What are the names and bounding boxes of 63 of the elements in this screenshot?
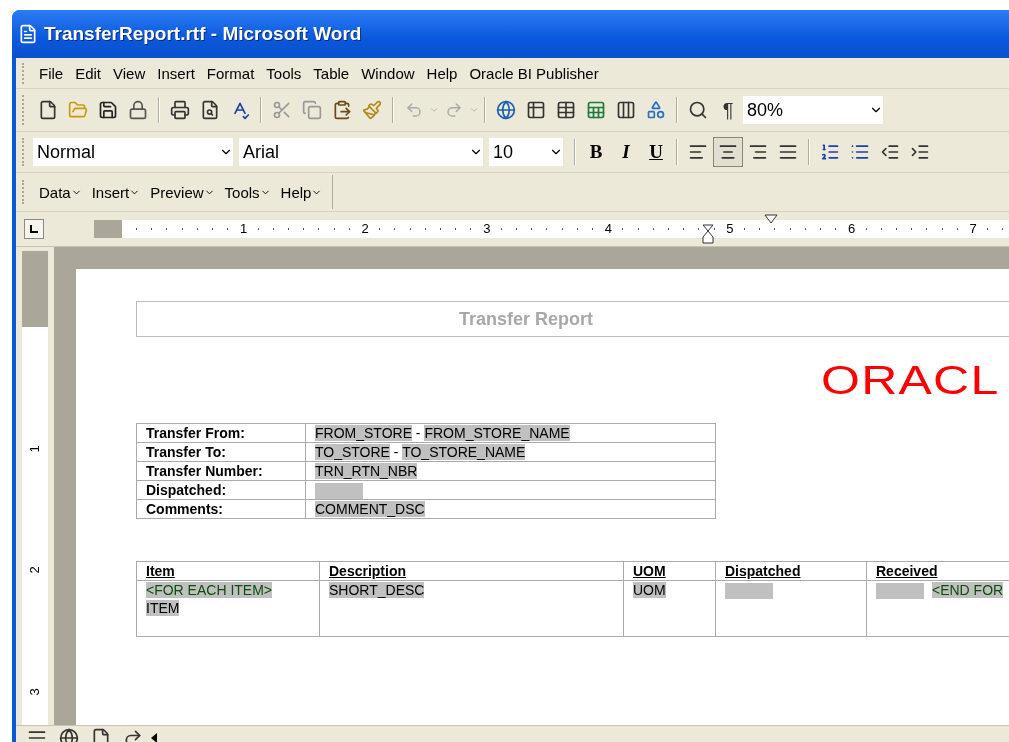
- menu-item[interactable]: Insert: [151, 61, 201, 85]
- column-header: Item: [137, 562, 320, 581]
- separator-text: -: [392, 444, 400, 460]
- merge-field: COMMENT_DSC: [315, 501, 425, 517]
- style-dropdown[interactable]: Normal: [33, 138, 233, 166]
- italic-button[interactable]: I: [611, 137, 641, 167]
- underline-button[interactable]: U: [641, 137, 671, 167]
- toolbar-menu[interactable]: Insert: [87, 183, 145, 201]
- scroll-left-icon[interactable]: [150, 733, 158, 742]
- merge-field: FROM_STORE_NAME: [424, 425, 570, 441]
- empty-field: [315, 483, 363, 500]
- column-header: Description: [320, 562, 624, 581]
- menu-item[interactable]: Help: [420, 61, 464, 85]
- ruler-number: 3: [29, 688, 41, 696]
- separator-text: -: [414, 425, 422, 441]
- ruler-number: 1: [29, 445, 41, 453]
- tab-selector[interactable]: [24, 219, 44, 239]
- merge-field: ITEM: [146, 600, 180, 616]
- menu-item[interactable]: Tools: [260, 61, 308, 85]
- merge-field: FROM_STORE: [315, 425, 412, 441]
- indent-marker-icon[interactable]: [702, 224, 714, 244]
- field-label: Comments:: [137, 500, 306, 519]
- menu-item[interactable]: View: [107, 61, 152, 85]
- window-title: TransferReport.rtf - Microsoft Word: [44, 23, 362, 45]
- column-header: Dispatched: [716, 562, 867, 581]
- field-label: Transfer Number:: [137, 462, 306, 481]
- field-label: Dispatched:: [137, 481, 306, 500]
- merge-field: UOM: [633, 582, 666, 598]
- show-formatting-button[interactable]: ¶: [713, 95, 743, 125]
- template-tag: <END FOR: [932, 582, 1004, 598]
- right-indent-icon[interactable]: [764, 214, 778, 224]
- template-tag: <FOR EACH ITEM>: [146, 582, 273, 598]
- zoom-field[interactable]: 80%: [743, 96, 883, 124]
- toolbar-menu[interactable]: Preview: [146, 183, 219, 201]
- column-header: UOM: [624, 562, 716, 581]
- bold-button[interactable]: B: [581, 137, 611, 167]
- company-logo: ORACL: [821, 357, 1000, 403]
- toolbar-menu[interactable]: Data: [35, 183, 86, 201]
- menu-item[interactable]: Window: [355, 61, 421, 85]
- column-header: Received: [867, 562, 1009, 581]
- menu-item[interactable]: Format: [200, 61, 261, 85]
- font-size-dropdown[interactable]: 10: [489, 138, 563, 166]
- font-dropdown[interactable]: Arial: [239, 138, 483, 166]
- merge-field: TO_STORE: [315, 444, 390, 460]
- menu-item[interactable]: Oracle BI Publisher: [463, 61, 605, 85]
- align-center-icon[interactable]: [713, 137, 743, 167]
- toolbar-menu[interactable]: Tools: [220, 183, 275, 201]
- menu-item[interactable]: Edit: [69, 61, 108, 85]
- merge-field: TRN_RTN_NBR: [315, 463, 418, 479]
- empty-field: [876, 583, 924, 600]
- report-title: Transfer Report: [458, 308, 593, 330]
- toolbar-menu[interactable]: Help: [276, 183, 327, 201]
- field-label: Transfer To:: [137, 443, 306, 462]
- vertical-ruler[interactable]: 1 2 3: [22, 251, 48, 725]
- menu-item[interactable]: Table: [307, 61, 356, 85]
- word-document-icon: [18, 24, 38, 44]
- menu-item[interactable]: File: [33, 61, 70, 85]
- merge-field: TO_STORE_NAME: [402, 444, 526, 460]
- merge-field: SHORT_DESC: [329, 582, 425, 598]
- ruler-number: 2: [29, 566, 41, 574]
- left-tab-icon: [29, 224, 39, 234]
- field-label: Transfer From:: [137, 424, 306, 443]
- empty-field: [725, 583, 773, 600]
